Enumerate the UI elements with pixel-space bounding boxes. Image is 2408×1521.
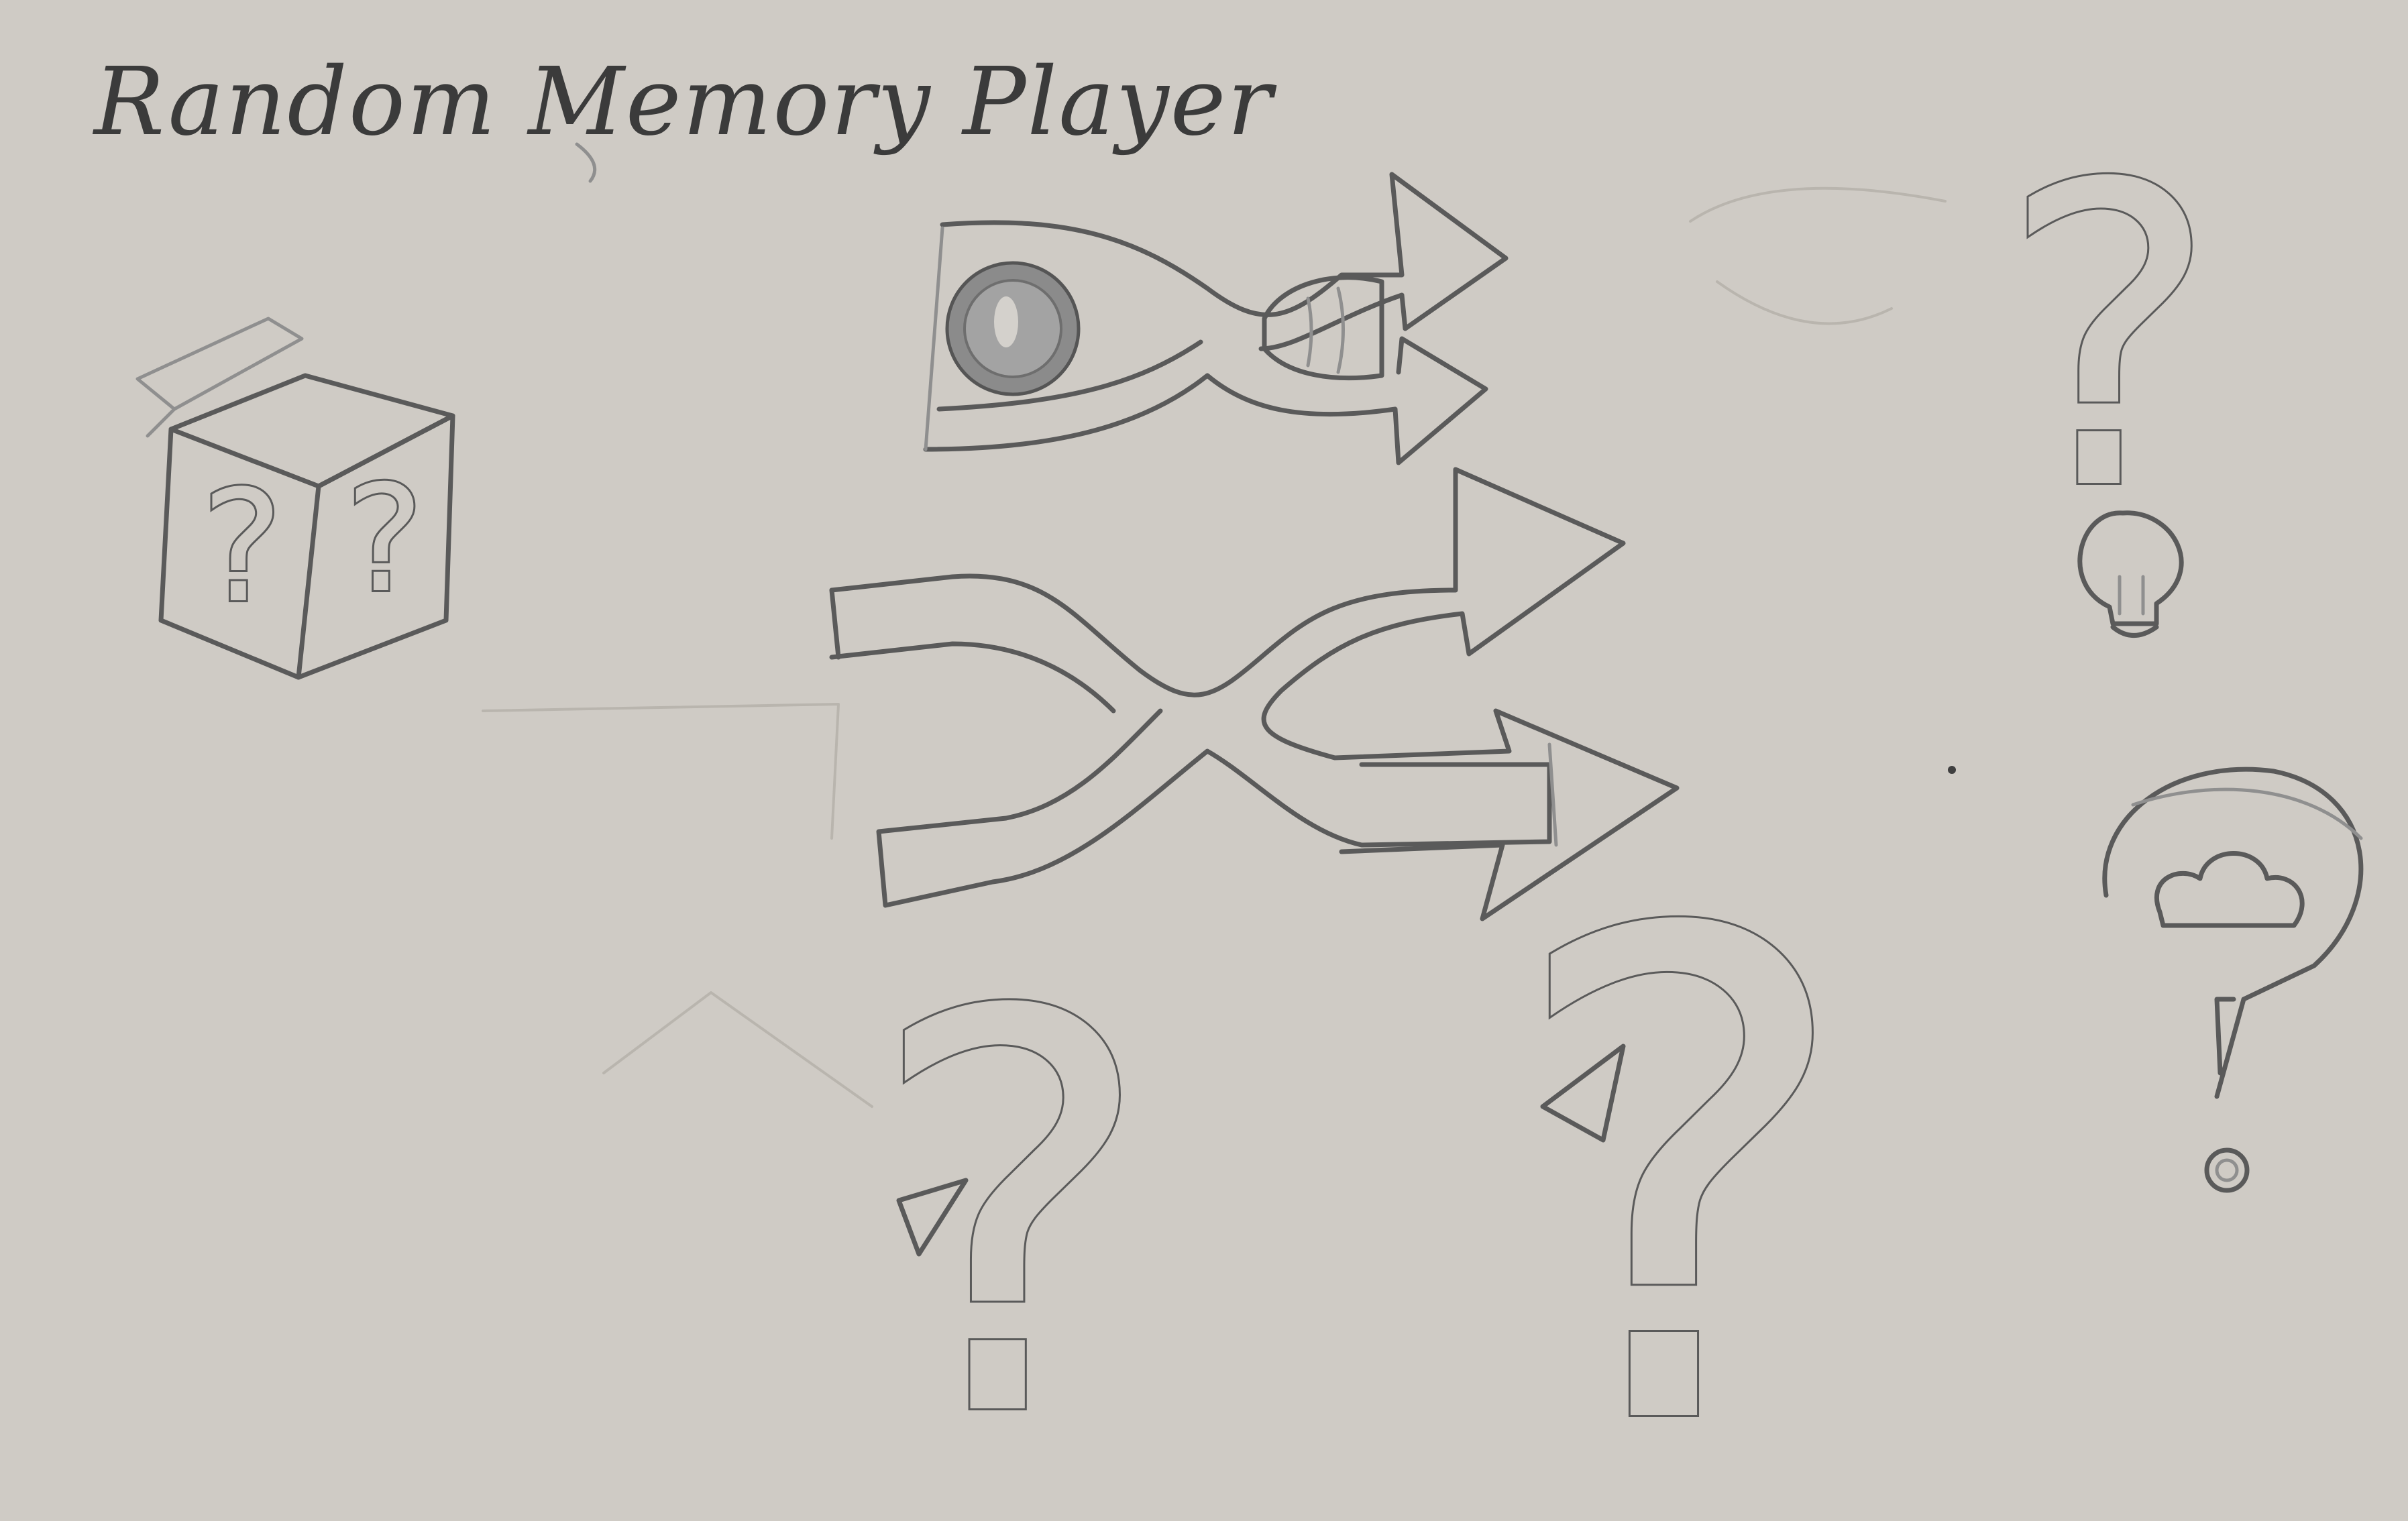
- large-curved-arrow-question-sketch: ?: [1500, 791, 1861, 1521]
- lightbulb-question-sketch: ?: [1997, 96, 2222, 638]
- sketch-canvas: Random Memory Player ? ? ? ? ?: [92, 48, 2364, 1521]
- stray-dot: [1948, 766, 1956, 774]
- lightbulb-question-glyph: ?: [1999, 98, 2220, 581]
- box-front-question-glyph: ?: [201, 458, 283, 637]
- small-curved-question-glyph: ?: [865, 899, 1157, 1521]
- box-side-question-glyph: ?: [345, 453, 424, 625]
- eye-shuffle-sketch: [923, 172, 1509, 465]
- large-curved-question-glyph: ?: [1502, 793, 1859, 1521]
- sheet-title: Random Memory Player: [92, 48, 1277, 157]
- cloud-question-sketch: [2102, 767, 2364, 1193]
- sketch-sheet: Random Memory Player ? ? ? ? ?: [0, 0, 2408, 1521]
- cloud-icon: [2154, 851, 2305, 928]
- small-curved-arrow-question-sketch: ?: [863, 897, 1159, 1521]
- mystery-box-sketch: ? ?: [135, 317, 455, 680]
